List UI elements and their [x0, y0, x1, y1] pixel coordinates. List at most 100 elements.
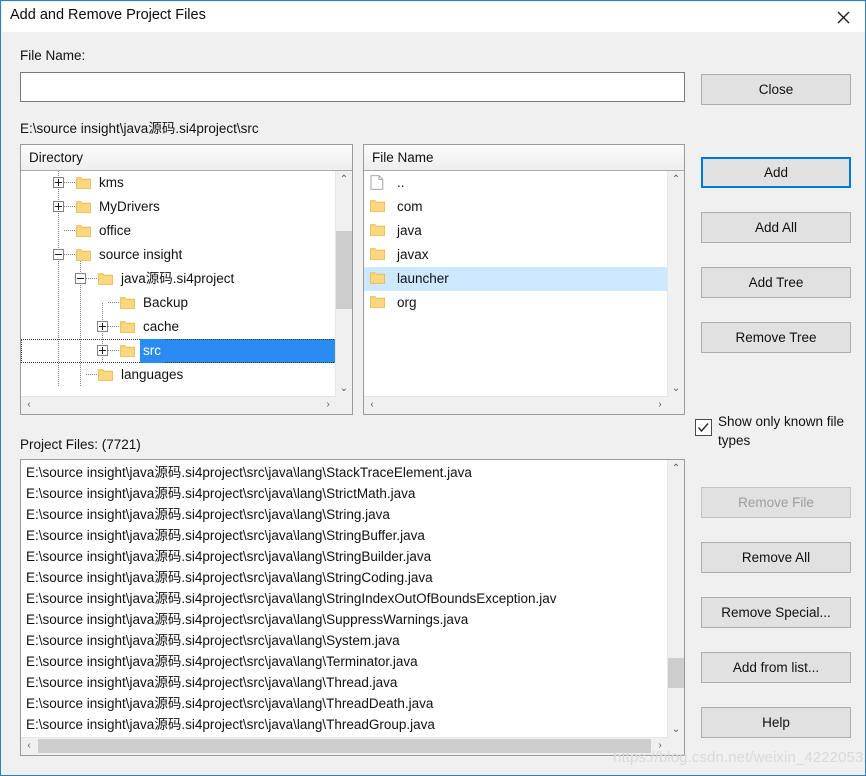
directory-scroll-left-arrow[interactable]: ‹	[21, 397, 37, 413]
project-file-row[interactable]: E:\source insight\java源码.si4project\src\…	[21, 609, 668, 630]
folder-icon	[370, 247, 385, 262]
file-name-input[interactable]	[20, 72, 685, 102]
directory-tree-node[interactable]: Backup	[21, 291, 336, 315]
directory-tree[interactable]: kms MyDrivers office source insight java源码.s…	[21, 171, 336, 397]
close-button[interactable]	[820, 2, 865, 32]
project-file-row[interactable]: E:\source insight\java源码.si4project\src\…	[21, 714, 668, 735]
file-list-item-label: com	[397, 199, 423, 215]
directory-horizontal-scrollbar[interactable]: ‹ ›	[21, 396, 336, 414]
project-files-scroll-left-arrow[interactable]: ‹	[21, 738, 37, 754]
project-file-row[interactable]: E:\source insight\java源码.si4project\src\…	[21, 483, 668, 504]
file-list-item[interactable]: launcher	[364, 267, 668, 291]
expand-icon[interactable]	[53, 176, 64, 188]
project-file-row[interactable]: E:\source insight\java源码.si4project\src\…	[21, 567, 668, 588]
project-files-list[interactable]: E:\source insight\java源码.si4project\src\…	[21, 460, 668, 738]
directory-vertical-scrollbar[interactable]: ⌃ ⌄	[335, 171, 352, 397]
expand-icon[interactable]	[97, 344, 108, 356]
folder-icon	[76, 200, 91, 213]
close-dialog-button[interactable]: Close	[701, 74, 851, 105]
project-files-vertical-scrollbar[interactable]: ⌃ ⌄	[667, 460, 684, 738]
directory-scroll-right-arrow[interactable]: ›	[320, 397, 336, 413]
project-files-scroll-right-arrow[interactable]: ›	[652, 738, 668, 754]
add-tree-button[interactable]: Add Tree	[701, 267, 851, 298]
remove-tree-button[interactable]: Remove Tree	[701, 322, 851, 353]
directory-scroll-down-arrow[interactable]: ⌄	[336, 380, 352, 397]
tree-connector-line	[86, 277, 98, 279]
expand-icon[interactable]	[97, 320, 108, 332]
title-bar: Add and Remove Project Files	[2, 2, 865, 32]
collapse-icon[interactable]	[53, 248, 64, 260]
add-all-button[interactable]: Add All	[701, 212, 851, 243]
project-files-scrollbar-corner	[668, 738, 684, 755]
file-list-scroll-right-arrow[interactable]: ›	[652, 397, 668, 413]
folder-icon	[370, 271, 385, 286]
project-files-hscroll-thumb[interactable]	[38, 739, 651, 753]
project-file-row[interactable]: E:\source insight\java源码.si4project\src\…	[21, 525, 668, 546]
file-list-vertical-scrollbar[interactable]: ⌃ ⌄	[667, 171, 684, 397]
project-file-row[interactable]: E:\source insight\java源码.si4project\src\…	[21, 588, 668, 609]
file-list-item[interactable]: ..	[364, 171, 668, 195]
file-list-item[interactable]: org	[364, 291, 668, 315]
directory-tree-node[interactable]: source insight	[21, 243, 336, 267]
file-list[interactable]: .. com java javax launcher org	[364, 171, 668, 397]
file-list-item[interactable]: javax	[364, 243, 668, 267]
close-icon	[837, 11, 849, 23]
project-file-row[interactable]: E:\source insight\java源码.si4project\src\…	[21, 462, 668, 483]
file-list-horizontal-scrollbar[interactable]: ‹ ›	[364, 396, 668, 414]
directory-node-label: source insight	[99, 247, 183, 263]
tree-connector-line	[64, 205, 76, 207]
project-file-row[interactable]: E:\source insight\java源码.si4project\src\…	[21, 630, 668, 651]
directory-node-label: MyDrivers	[99, 199, 160, 215]
file-list-scroll-down-arrow[interactable]: ⌄	[668, 380, 684, 397]
project-files-scroll-up-arrow[interactable]: ⌃	[668, 460, 684, 477]
folder-icon	[76, 248, 91, 261]
project-file-row[interactable]: E:\source insight\java源码.si4project\src\…	[21, 672, 668, 693]
file-list-item-label: java	[397, 223, 422, 239]
show-only-known-file-types-label: Show only known file types	[718, 414, 845, 448]
project-file-row[interactable]: E:\source insight\java源码.si4project\src\…	[21, 651, 668, 672]
project-file-row[interactable]: E:\source insight\java源码.si4project\src\…	[21, 693, 668, 714]
project-file-row[interactable]: E:\source insight\java源码.si4project\src\…	[21, 504, 668, 525]
remove-all-button[interactable]: Remove All	[701, 542, 851, 573]
expand-icon[interactable]	[53, 200, 64, 212]
directory-tree-node[interactable]: cache	[21, 315, 336, 339]
project-files-label: Project Files: (7721)	[20, 437, 141, 452]
directory-tree-node[interactable]: src	[21, 339, 336, 364]
help-button[interactable]: Help	[701, 707, 851, 738]
project-files-scroll-down-arrow[interactable]: ⌄	[668, 721, 684, 738]
directory-tree-node[interactable]: kms	[21, 171, 336, 195]
remove-special-button[interactable]: Remove Special...	[701, 597, 851, 628]
directory-tree-node[interactable]: languages	[21, 363, 336, 387]
directory-scroll-up-arrow[interactable]: ⌃	[336, 171, 352, 188]
show-only-known-file-types-checkbox[interactable]	[695, 419, 712, 436]
tree-connector-line	[108, 301, 120, 303]
collapse-icon[interactable]	[75, 272, 86, 284]
file-list-item[interactable]: com	[364, 195, 668, 219]
tree-connector-line	[64, 253, 76, 255]
directory-tree-node[interactable]: office	[21, 219, 336, 243]
directory-panel: Directory kms MyDrivers office source insig…	[20, 144, 353, 415]
add-from-list-button[interactable]: Add from list...	[701, 652, 851, 683]
file-list-scroll-left-arrow[interactable]: ‹	[364, 397, 380, 413]
project-files-scroll-thumb[interactable]	[668, 658, 684, 688]
folder-icon	[76, 176, 91, 189]
directory-tree-node[interactable]: MyDrivers	[21, 195, 336, 219]
remove-file-button[interactable]: Remove File	[701, 487, 851, 518]
folder-icon	[98, 272, 113, 285]
folder-icon	[370, 295, 385, 310]
add-button[interactable]: Add	[701, 157, 851, 188]
project-file-row[interactable]: E:\source insight\java源码.si4project\src\…	[21, 546, 668, 567]
file-list-panel-header: File Name	[364, 145, 684, 171]
file-list-scroll-up-arrow[interactable]: ⌃	[668, 171, 684, 188]
file-list-item-label: ..	[397, 175, 405, 191]
project-files-horizontal-scrollbar[interactable]: ‹ ›	[21, 737, 668, 755]
directory-tree-node[interactable]: java源码.si4project	[21, 267, 336, 291]
current-path-label: E:\source insight\java源码.si4project\src	[20, 121, 259, 136]
directory-scroll-thumb[interactable]	[336, 231, 352, 309]
tree-connector-line	[108, 349, 120, 351]
folder-icon	[120, 320, 135, 333]
file-list-item[interactable]: java	[364, 219, 668, 243]
window-title: Add and Remove Project Files	[10, 7, 206, 23]
